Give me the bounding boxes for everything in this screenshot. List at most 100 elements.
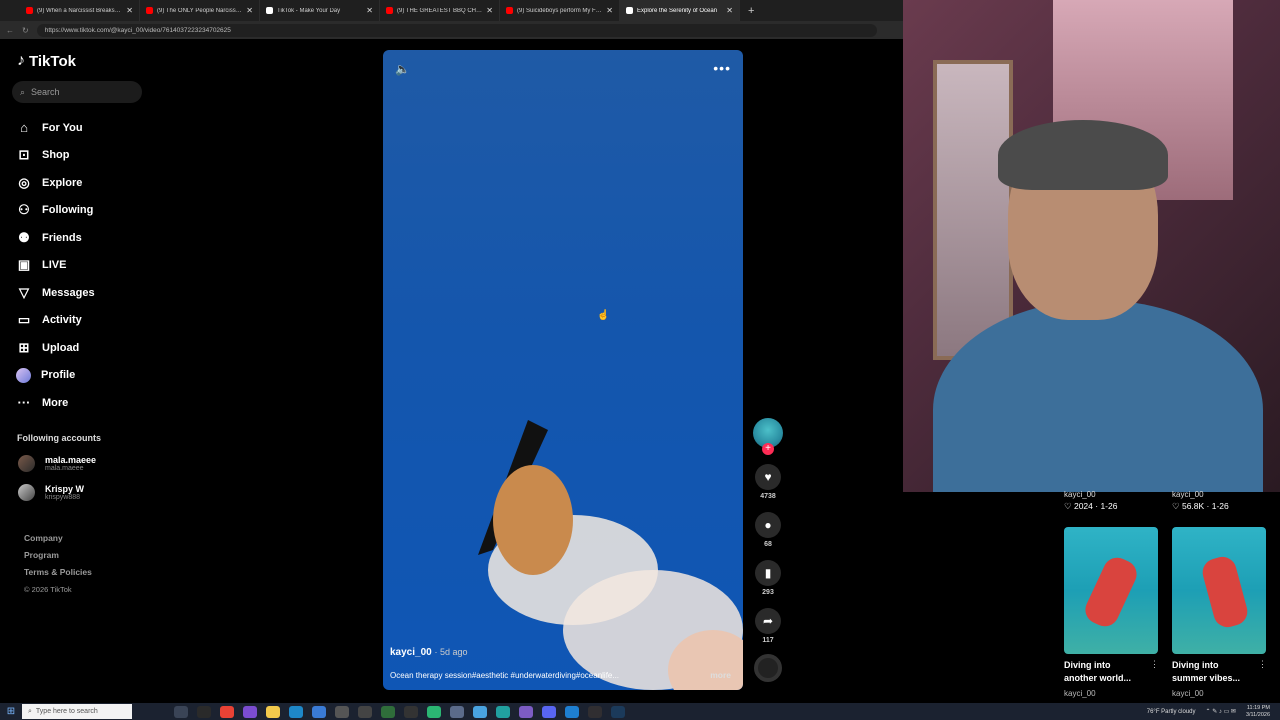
caption-more-button[interactable]: more: [710, 670, 731, 680]
heart-icon[interactable]: ♥: [755, 464, 781, 490]
close-tab-icon[interactable]: ✕: [486, 6, 493, 15]
weather-text[interactable]: 76°F Partly cloudy: [1147, 709, 1196, 715]
activity-icon: ▭: [17, 312, 31, 328]
comment-action[interactable]: ● 68: [750, 512, 786, 548]
address-bar-row: ← ↻ https://www.tiktok.com/@kayci_00/vid…: [0, 21, 903, 39]
more-dots-icon[interactable]: ⋮: [1258, 659, 1267, 670]
browser-tab[interactable]: (9) Suicideboys perform My Flaws ✕: [500, 0, 620, 21]
app-icon[interactable]: [197, 705, 211, 718]
app-icon[interactable]: [358, 705, 372, 718]
browser-tab[interactable]: (9) When a Narcissist Breaks the ✕: [20, 0, 140, 21]
video-author[interactable]: kayci_00 · 5d ago: [390, 647, 468, 658]
share-action[interactable]: ➦ 117: [750, 608, 786, 644]
video-player[interactable]: 🔈 ••• ☝ kayci_00 · 5d ago Ocean therapy …: [383, 50, 743, 690]
taskbar-apps: [174, 705, 625, 718]
footer-link-program[interactable]: Program: [24, 547, 92, 564]
like-action[interactable]: ♥ 4738: [750, 464, 786, 500]
new-tab-button[interactable]: +: [748, 5, 754, 17]
recommended-user[interactable]: kayci_00: [1064, 689, 1096, 698]
app-icon[interactable]: [450, 705, 464, 718]
recommended-title[interactable]: Diving into another world...: [1064, 659, 1144, 685]
sidebar-item-upload[interactable]: ⊞ Upload: [16, 334, 95, 362]
app-icon[interactable]: [335, 705, 349, 718]
close-tab-icon[interactable]: ✕: [726, 6, 733, 15]
recommended-thumbnail[interactable]: [1064, 527, 1158, 654]
video-caption: Ocean therapy session#aesthetic #underwa…: [390, 671, 620, 680]
bookmark-icon[interactable]: ▮: [755, 560, 781, 586]
tiktok-icon: [266, 7, 273, 14]
github-icon[interactable]: [404, 705, 418, 718]
browser-tab[interactable]: (9) The ONLY People Narcissists ✕: [140, 0, 260, 21]
sidebar-item-friends[interactable]: ⚉ Friends: [16, 224, 95, 252]
back-icon[interactable]: ←: [6, 26, 14, 35]
app-icon[interactable]: [473, 705, 487, 718]
search-input[interactable]: ⌕ Search: [12, 81, 142, 103]
browser-tab[interactable]: TikTok - Make Your Day ✕: [260, 0, 380, 21]
app-icon[interactable]: [565, 705, 579, 718]
app-icon[interactable]: [427, 705, 441, 718]
taskbar-search[interactable]: ⌕ Type here to search: [22, 704, 132, 719]
video-menu-icon[interactable]: •••: [713, 60, 731, 76]
close-tab-icon[interactable]: ✕: [366, 6, 373, 15]
save-action[interactable]: ▮ 293: [750, 560, 786, 596]
footer-link-company[interactable]: Company: [24, 530, 92, 547]
follow-plus-icon[interactable]: +: [762, 443, 774, 455]
chrome-icon[interactable]: [220, 705, 234, 718]
sidebar-item-live[interactable]: ▣ LIVE: [16, 252, 95, 280]
tiktok-logo[interactable]: ♪ TikTok: [17, 52, 76, 70]
shop-bag-icon: ⊡: [18, 147, 30, 163]
app-icon[interactable]: [496, 705, 510, 718]
sidebar-item-following[interactable]: ⚇ Following: [16, 197, 95, 225]
youtube-icon: [506, 7, 513, 14]
app-icon[interactable]: [243, 705, 257, 718]
sidebar-item-messages[interactable]: ▽ Messages: [16, 279, 95, 307]
following-account-item[interactable]: Krispy W krispyw888: [18, 484, 84, 501]
more-dots-icon[interactable]: ⋮: [1150, 659, 1159, 670]
windows-start-icon[interactable]: ⊞: [0, 706, 22, 717]
close-tab-icon[interactable]: ✕: [606, 6, 613, 15]
url-field[interactable]: https://www.tiktok.com/@kayci_00/video/7…: [36, 23, 877, 37]
share-icon[interactable]: ➦: [755, 608, 781, 634]
recommended-top-item: kayci_00 ♡ 56.8K · 1-26: [1172, 490, 1229, 511]
sidebar-item-shop[interactable]: ⊡ Shop: [16, 142, 95, 170]
browser-tab-active[interactable]: Explore the Serenity of Ocean ✕: [620, 0, 740, 21]
edge-icon[interactable]: [289, 705, 303, 718]
sidebar-footer: Company Program Terms & Policies © 2026 …: [24, 530, 92, 598]
sidebar-item-activity[interactable]: ▭ Activity: [16, 307, 95, 335]
comment-count: 68: [764, 541, 772, 548]
author-avatar[interactable]: +: [753, 418, 783, 455]
clock[interactable]: 11:19 PM 3/11/2026: [1246, 705, 1270, 719]
tray-icons[interactable]: ⌃ ✎ ♪ ▭ ✉: [1206, 708, 1236, 715]
store-icon[interactable]: [312, 705, 326, 718]
recommended-thumbnail[interactable]: [1172, 527, 1266, 654]
search-icon: ⌕: [28, 707, 32, 715]
discord-icon[interactable]: [542, 705, 556, 718]
youtube-icon: [26, 7, 33, 14]
volume-icon[interactable]: 🔈: [395, 62, 410, 76]
music-disc-icon[interactable]: [754, 654, 782, 682]
close-tab-icon[interactable]: ✕: [126, 6, 133, 15]
task-view-icon[interactable]: [174, 705, 188, 718]
sidebar-item-more[interactable]: ··· More: [16, 389, 95, 417]
following-accounts-title: Following accounts: [17, 433, 102, 443]
steam-icon[interactable]: [611, 705, 625, 718]
comment-icon[interactable]: ●: [755, 512, 781, 538]
upload-icon: ⊞: [18, 339, 30, 355]
folder-icon[interactable]: [266, 705, 280, 718]
close-tab-icon[interactable]: ✕: [246, 6, 253, 15]
reload-icon[interactable]: ↻: [22, 26, 29, 35]
browser-tab[interactable]: (9) THE GREATEST BBQ CHALLENGE✕: [380, 0, 500, 21]
sidebar-item-explore[interactable]: ◎ Explore: [16, 169, 95, 197]
recommended-title[interactable]: Diving into summer vibes...: [1172, 659, 1252, 685]
sidebar-item-profile[interactable]: Profile: [16, 362, 95, 390]
app-icon[interactable]: [519, 705, 533, 718]
footer-link-terms[interactable]: Terms & Policies: [24, 564, 92, 581]
recommended-user[interactable]: kayci_00: [1172, 689, 1204, 698]
sidebar-item-for-you[interactable]: ⌂ For You: [16, 114, 95, 142]
home-icon: ⌂: [20, 120, 28, 136]
action-rail: + ♥ 4738 ● 68 ▮ 293 ➦ 117: [750, 418, 786, 682]
obs-icon[interactable]: [588, 705, 602, 718]
following-account-item[interactable]: mala.maeee mala.maeee: [18, 455, 96, 472]
webcam-mirror: [933, 60, 1013, 360]
app-icon[interactable]: [381, 705, 395, 718]
